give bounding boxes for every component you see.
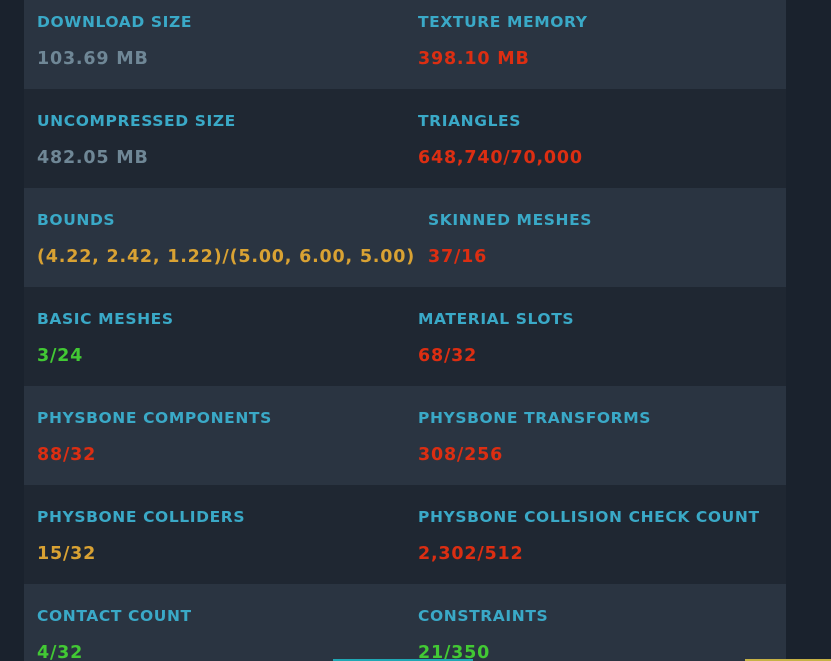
stats-row: PHYSBONE COMPONENTS 88/32 PHYSBONE TRANS… <box>24 386 786 485</box>
stat-label: TEXTURE MEMORY <box>418 13 588 31</box>
stat-material-slots: MATERIAL SLOTS 68/32 <box>405 287 786 386</box>
stat-label: BOUNDS <box>37 211 116 229</box>
stat-value: (4.22, 2.42, 1.22)/(5.00, 6.00, 5.00) <box>37 247 416 267</box>
stat-label: UNCOMPRESSED SIZE <box>37 112 236 130</box>
stats-row: CONTACT COUNT 4/32 CONSTRAINTS 21/350 <box>24 584 786 661</box>
stat-texture-memory: TEXTURE MEMORY 398.10 MB <box>405 0 786 89</box>
stat-label: PHYSBONE TRANSFORMS <box>418 409 651 427</box>
stat-download-size: DOWNLOAD SIZE 103.69 MB <box>24 0 405 89</box>
stat-contact-count: CONTACT COUNT 4/32 <box>24 584 405 661</box>
stat-value: 21/350 <box>418 643 491 661</box>
stat-label: CONSTRAINTS <box>418 607 549 625</box>
stat-label: SKINNED MESHES <box>428 211 593 229</box>
stat-label: CONTACT COUNT <box>37 607 192 625</box>
stat-triangles: TRIANGLES 648,740/70,000 <box>405 89 786 188</box>
stat-label: PHYSBONE COLLISION CHECK COUNT <box>418 508 760 526</box>
stat-value: 88/32 <box>37 445 97 465</box>
performance-stats-table: DOWNLOAD SIZE 103.69 MB TEXTURE MEMORY 3… <box>24 0 786 661</box>
stat-bounds: BOUNDS (4.22, 2.42, 1.22)/(5.00, 6.00, 5… <box>24 188 415 287</box>
stat-value: 398.10 MB <box>418 49 530 69</box>
stat-value: 2,302/512 <box>418 544 524 564</box>
stats-row: PHYSBONE COLLIDERS 15/32 PHYSBONE COLLIS… <box>24 485 786 584</box>
stat-value: 308/256 <box>418 445 504 465</box>
stats-row: BASIC MESHES 3/24 MATERIAL SLOTS 68/32 <box>24 287 786 386</box>
stats-row: BOUNDS (4.22, 2.42, 1.22)/(5.00, 6.00, 5… <box>24 188 786 287</box>
stat-value: 15/32 <box>37 544 97 564</box>
stat-label: DOWNLOAD SIZE <box>37 13 193 31</box>
stat-label: BASIC MESHES <box>37 310 174 328</box>
stat-physbone-collision-check-count: PHYSBONE COLLISION CHECK COUNT 2,302/512 <box>405 485 786 584</box>
stat-constraints: CONSTRAINTS 21/350 <box>405 584 786 661</box>
stat-value: 648,740/70,000 <box>418 148 583 168</box>
stat-label: PHYSBONE COLLIDERS <box>37 508 246 526</box>
stat-physbone-transforms: PHYSBONE TRANSFORMS 308/256 <box>405 386 786 485</box>
stat-value: 482.05 MB <box>37 148 149 168</box>
stats-row: DOWNLOAD SIZE 103.69 MB TEXTURE MEMORY 3… <box>24 0 786 89</box>
stat-uncompressed-size: UNCOMPRESSED SIZE 482.05 MB <box>24 89 405 188</box>
stat-value: 103.69 MB <box>37 49 149 69</box>
stat-label: PHYSBONE COMPONENTS <box>37 409 272 427</box>
stat-label: MATERIAL SLOTS <box>418 310 575 328</box>
stat-physbone-colliders: PHYSBONE COLLIDERS 15/32 <box>24 485 405 584</box>
stat-skinned-meshes: SKINNED MESHES 37/16 <box>415 188 796 287</box>
stats-row: UNCOMPRESSED SIZE 482.05 MB TRIANGLES 64… <box>24 89 786 188</box>
stat-value: 37/16 <box>428 247 488 267</box>
stat-label: TRIANGLES <box>418 112 521 130</box>
performance-stats-page: DOWNLOAD SIZE 103.69 MB TEXTURE MEMORY 3… <box>0 0 831 661</box>
stat-basic-meshes: BASIC MESHES 3/24 <box>24 287 405 386</box>
stat-value: 68/32 <box>418 346 478 366</box>
stat-physbone-components: PHYSBONE COMPONENTS 88/32 <box>24 386 405 485</box>
stat-value: 3/24 <box>37 346 84 366</box>
